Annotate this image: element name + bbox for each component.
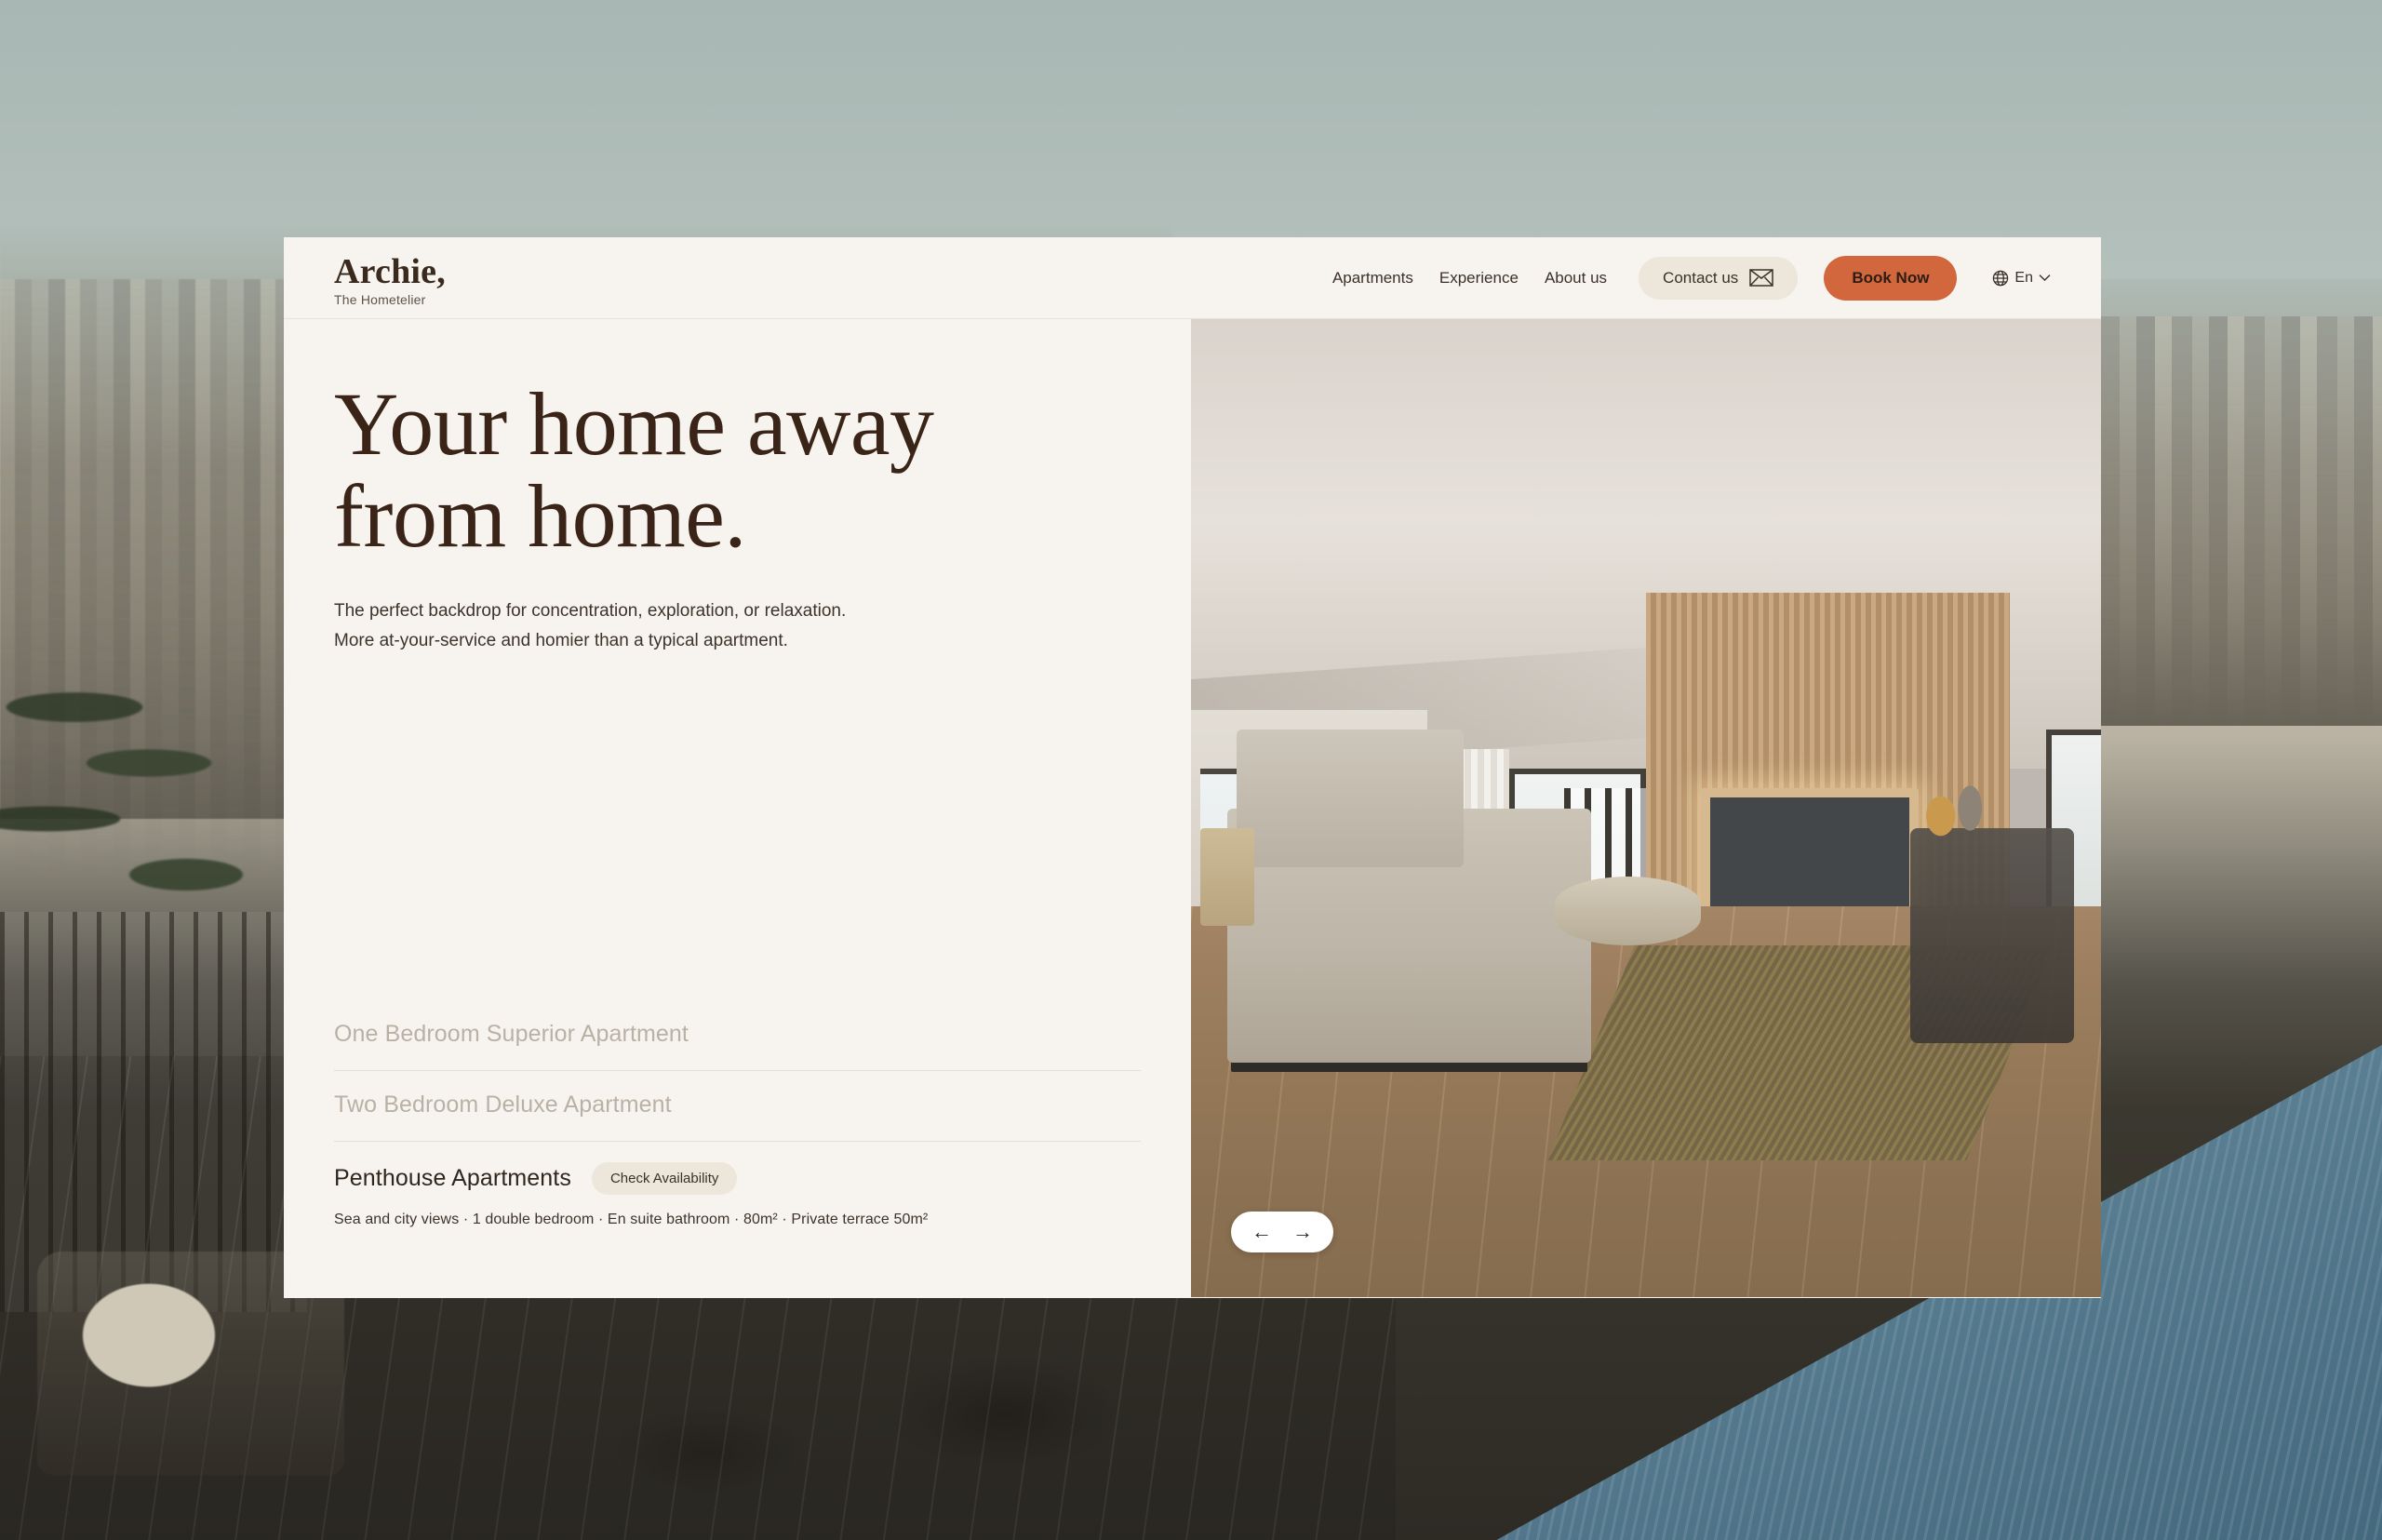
book-now-button[interactable]: Book Now — [1824, 255, 1958, 301]
website-panel: Archie, The Hometelier Apartments Experi… — [284, 237, 2101, 1298]
subtitle-line-2: More at-your-service and homier than a t… — [334, 631, 788, 651]
contact-us-label: Contact us — [1663, 268, 1739, 287]
contact-us-button[interactable]: Contact us — [1639, 256, 1799, 300]
apartment-title: Two Bedroom Deluxe Apartment — [334, 1091, 672, 1118]
room-sofa-backrest — [1236, 730, 1465, 867]
nav-link-about-us[interactable]: About us — [1545, 269, 1607, 288]
check-availability-button[interactable]: Check Availability — [591, 1162, 738, 1195]
arrow-left-icon[interactable]: ← — [1251, 1222, 1272, 1242]
language-selector[interactable]: En — [1992, 270, 2051, 287]
apartment-item-header: One Bedroom Superior Apartment — [334, 1021, 1141, 1048]
language-value: En — [2014, 269, 2033, 286]
hero-section: Your home away from home. The perfect ba… — [284, 319, 2101, 1297]
room-armchair — [1909, 827, 2074, 1043]
main-navigation: Apartments Experience About us Contact u… — [1332, 255, 2051, 301]
brand-logo[interactable]: Archie, The Hometelier — [334, 250, 446, 306]
arrow-right-icon[interactable]: → — [1292, 1222, 1313, 1242]
page-title: Your home away from home. — [334, 378, 1141, 566]
envelope-icon — [1749, 269, 1774, 287]
subtitle-line-1: The perfect backdrop for concentration, … — [334, 600, 847, 621]
apartment-list-item-penthouse[interactable]: Penthouse Apartments Check Availability … — [334, 1142, 1141, 1228]
nav-link-apartments[interactable]: Apartments — [1332, 269, 1413, 288]
apartment-specs: Sea and city views · 1 double bedroom · … — [334, 1212, 929, 1227]
site-header: Archie, The Hometelier Apartments Experi… — [284, 237, 2101, 319]
apartment-photo: ← → — [1191, 319, 2101, 1297]
apartment-title: One Bedroom Superior Apartment — [334, 1021, 689, 1047]
apartment-list: One Bedroom Superior Apartment Two Bedro… — [334, 1000, 1141, 1297]
headline-line-1: Your home away — [334, 374, 934, 474]
living-room-render — [1191, 319, 2101, 1297]
brand-tagline: The Hometelier — [334, 291, 426, 307]
brand-name: Archie, — [334, 251, 446, 291]
nav-link-experience[interactable]: Experience — [1439, 269, 1519, 288]
globe-icon — [1992, 270, 2009, 287]
hero-subtitle: The perfect backdrop for concentration, … — [334, 596, 1141, 657]
room-decor-vases — [1919, 769, 1992, 848]
apartment-list-item-two-bedroom[interactable]: Two Bedroom Deluxe Apartment — [334, 1071, 1141, 1142]
headline-line-2: from home. — [334, 465, 746, 566]
apartment-item-header: Two Bedroom Deluxe Apartment — [334, 1091, 1141, 1118]
chevron-down-icon — [2039, 274, 2051, 282]
carousel-controls: ← → — [1231, 1212, 1333, 1252]
room-floor-lamp — [1199, 827, 1255, 926]
hero-text-column: Your home away from home. The perfect ba… — [284, 319, 1191, 1297]
apartment-list-item-one-bedroom[interactable]: One Bedroom Superior Apartment — [334, 1000, 1141, 1071]
room-coffee-table — [1555, 877, 1701, 945]
apartment-item-header: Penthouse Apartments Check Availability — [334, 1162, 1141, 1195]
apartment-title: Penthouse Apartments — [334, 1165, 571, 1191]
